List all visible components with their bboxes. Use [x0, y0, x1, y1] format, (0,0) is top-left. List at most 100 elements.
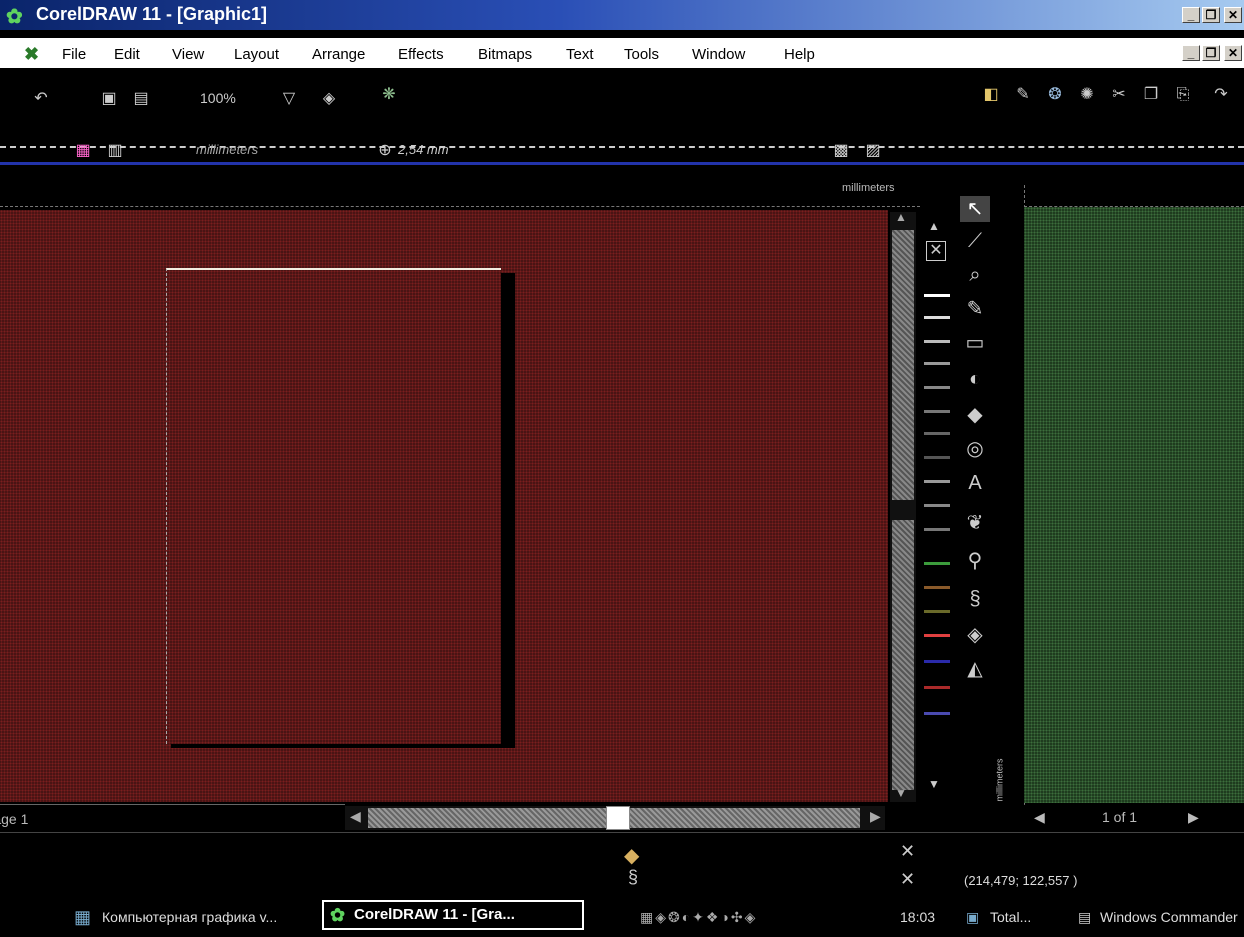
- undo-icon[interactable]: ↶: [30, 88, 52, 110]
- no-color-icon[interactable]: ✕: [926, 241, 946, 261]
- swatch-navy[interactable]: [924, 712, 950, 715]
- cursor-coordinates: (214,479; 122,557 ): [964, 873, 1078, 888]
- zoom-tool-icon[interactable]: ⌕: [960, 262, 990, 288]
- outline-tool-icon[interactable]: §: [960, 586, 990, 612]
- taskbar-task-3[interactable]: Total...: [990, 904, 1031, 930]
- zoom-level-field[interactable]: 100%: [200, 90, 236, 106]
- swatch-white[interactable]: [924, 294, 950, 297]
- status-bar: ◆ § ✕ ✕ (214,479; 122,557 ): [0, 832, 1244, 896]
- page-layout-icon[interactable]: ▩: [830, 140, 852, 162]
- vertical-scroll-thumb-upper[interactable]: [892, 230, 914, 500]
- scroll-left-arrow-icon[interactable]: ◀: [350, 808, 361, 825]
- swatch-mid[interactable]: [924, 386, 950, 389]
- outline-indicator-icon: §: [628, 867, 639, 887]
- swatch-light[interactable]: [924, 340, 950, 343]
- toolbar-tool-6-icon[interactable]: ❐: [1140, 84, 1162, 106]
- menu-effects[interactable]: Effects: [398, 46, 444, 63]
- units-field[interactable]: millimeters: [196, 142, 258, 157]
- menu-edit[interactable]: Edit: [114, 46, 140, 63]
- polygon-tool-icon[interactable]: ◆: [960, 402, 990, 428]
- text-tool-icon[interactable]: A: [960, 470, 990, 496]
- swatch-charcoal[interactable]: [924, 432, 950, 435]
- vertical-ruler[interactable]: millimeters: [995, 185, 1025, 825]
- menu-tools[interactable]: Tools: [624, 46, 659, 63]
- ellipse-tool-icon[interactable]: ◐: [960, 366, 990, 392]
- shape-tool-icon[interactable]: ⟋: [960, 228, 990, 254]
- toolbar-tool-8-icon[interactable]: ↷: [1210, 84, 1232, 106]
- spiral-tool-icon[interactable]: ◎: [960, 436, 990, 462]
- interactive-fill-tool-icon[interactable]: ◭: [960, 656, 990, 682]
- menu-layout[interactable]: Layout: [234, 46, 279, 63]
- menu-bitmaps[interactable]: Bitmaps: [478, 46, 532, 63]
- swatch-red[interactable]: [924, 634, 950, 637]
- fill-tool-icon[interactable]: ◈: [960, 622, 990, 648]
- doc-minimize-button[interactable]: _: [1182, 45, 1200, 61]
- swatch-ash[interactable]: [924, 504, 950, 507]
- taskbar-icon-4[interactable]: ▤: [1078, 904, 1091, 930]
- taskbar-task-active[interactable]: ✿ CorelDRAW 11 - [Gra...: [322, 900, 584, 930]
- scroll-center-box[interactable]: [606, 806, 630, 830]
- menu-text[interactable]: Text: [566, 46, 594, 63]
- taskbar-icon-1[interactable]: ▦: [74, 904, 91, 930]
- vertical-scroll-thumb-lower[interactable]: [892, 520, 914, 790]
- interactive-blend-tool-icon[interactable]: ❦: [960, 510, 990, 536]
- taskbar-task-4[interactable]: Windows Commander: [1100, 904, 1244, 930]
- zoom-dropdown-icon[interactable]: ▽: [278, 88, 300, 110]
- doc-close-button[interactable]: ✕: [1224, 45, 1242, 61]
- swatch-brown[interactable]: [924, 586, 950, 589]
- page-options-icon[interactable]: ▨: [862, 140, 884, 162]
- close-button[interactable]: ✕: [1224, 7, 1242, 23]
- import-icon[interactable]: ▣: [98, 88, 120, 110]
- swatch-slate[interactable]: [924, 456, 950, 459]
- swatch-gray[interactable]: [924, 316, 950, 319]
- scroll-up-arrow-icon[interactable]: ▲: [895, 210, 907, 224]
- swatch-maroon[interactable]: [924, 686, 950, 689]
- menu-window[interactable]: Window: [692, 46, 745, 63]
- scroll-right-arrow-icon[interactable]: ▶: [870, 808, 881, 825]
- horizontal-ruler[interactable]: millimeters: [0, 176, 920, 207]
- swatch-olive[interactable]: [924, 610, 950, 613]
- toolbar-tool-3-icon[interactable]: ❂: [1044, 84, 1066, 106]
- menu-view[interactable]: View: [172, 46, 204, 63]
- taskbar-icon-3[interactable]: ▣: [966, 904, 979, 930]
- toolbar-tool-5-icon[interactable]: ✂: [1108, 84, 1130, 106]
- window-title: CorelDRAW 11 - [Graphic1]: [36, 4, 268, 24]
- freehand-tool-icon[interactable]: ✎: [960, 296, 990, 322]
- menu-file[interactable]: File: [62, 46, 86, 63]
- nudge-icon: ⊕: [378, 142, 392, 159]
- palette-scroll-down-icon[interactable]: ▼: [928, 777, 940, 791]
- swatch-dark[interactable]: [924, 410, 950, 413]
- page-tab-label[interactable]: Page 1: [0, 811, 28, 827]
- swatch-green[interactable]: [924, 562, 950, 565]
- swatch-steel[interactable]: [924, 480, 950, 483]
- maximize-button[interactable]: ❐: [1202, 7, 1220, 23]
- toolbar-tool-4-icon[interactable]: ✺: [1076, 84, 1098, 106]
- corel-online-icon[interactable]: ❋: [378, 84, 400, 106]
- nudge-field[interactable]: 2,54 mm: [398, 142, 449, 157]
- pick-tool-icon[interactable]: ↖: [960, 196, 990, 222]
- eyedropper-tool-icon[interactable]: ⚲: [960, 548, 990, 574]
- application-launcher-icon[interactable]: ◈: [318, 88, 340, 110]
- docker-next-icon[interactable]: ▶: [1188, 809, 1199, 826]
- minimize-button[interactable]: _: [1182, 7, 1200, 23]
- docker-prev-icon[interactable]: ◀: [1034, 809, 1045, 826]
- swatch-silver[interactable]: [924, 362, 950, 365]
- export-icon[interactable]: ▤: [130, 88, 152, 110]
- scroll-down-arrow-icon[interactable]: ▼: [895, 786, 907, 800]
- toolbar-tool-7-icon[interactable]: ⎘: [1172, 84, 1194, 106]
- paper-size-icon[interactable]: ▦: [72, 140, 94, 162]
- toolbar-tool-2-icon[interactable]: ✎: [1012, 84, 1034, 106]
- swatch-blue[interactable]: [924, 660, 950, 663]
- palette-scroll-up-icon[interactable]: ▲: [928, 219, 940, 233]
- horizontal-ruler-docker: [1024, 176, 1244, 207]
- rectangle-tool-icon[interactable]: ▭: [960, 330, 990, 356]
- toolbar-tool-1-icon[interactable]: ◧: [980, 84, 1002, 106]
- swatch-smoke[interactable]: [924, 528, 950, 531]
- title-bar: ✿ CorelDRAW 11 - [Graphic1] _ ❐ ✕: [0, 0, 1244, 30]
- menu-help[interactable]: Help: [784, 46, 815, 63]
- doc-maximize-button[interactable]: ❐: [1202, 45, 1220, 61]
- standard-toolbar: ↶ ▣ ▤ 100% ▽ ◈ ❋ ◧ ✎ ❂ ✺ ✂ ❐ ⎘ ↷: [0, 70, 1244, 132]
- taskbar-task-1[interactable]: Компьютерная графика v...: [102, 904, 314, 930]
- menu-arrange[interactable]: Arrange: [312, 46, 365, 63]
- orientation-icon[interactable]: ▥: [104, 140, 126, 162]
